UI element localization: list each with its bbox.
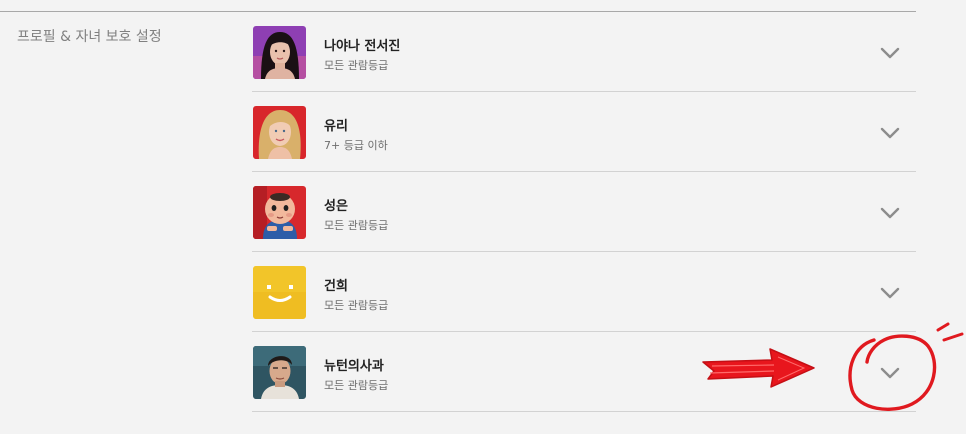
cartoon-baby-icon [253,186,306,239]
circle-mark-icon [848,322,964,411]
expand-profile-button[interactable] [877,282,903,304]
woman-portrait-icon [253,106,306,159]
profile-avatar[interactable] [253,346,306,399]
arrow-right-icon [702,348,815,388]
profile-name: 뉴턴의사과 [324,359,384,374]
profile-name: 성은 [324,199,348,214]
expand-profile-button[interactable] [877,42,903,64]
profile-maturity-rating: 모든 관람등급 [324,299,389,312]
profile-maturity-rating: 7+ 등급 이하 [324,139,388,152]
profile-avatar[interactable] [253,186,306,239]
red-arrow-annotation [700,346,818,394]
section-title: 프로필 & 자녀 보호 설정 [17,29,162,45]
man-portrait-icon [253,346,306,399]
profile-maturity-rating: 모든 관람등급 [324,59,389,72]
profile-name: 나야나 전서진 [324,39,401,54]
profile-avatar[interactable] [253,106,306,159]
profile-avatar[interactable] [253,26,306,79]
chevron-down-icon [880,47,900,59]
chevron-down-icon [880,127,900,139]
profile-row[interactable]: 성은 모든 관람등급 [252,172,916,252]
profile-name: 유리 [324,119,348,134]
smiley-face-icon [253,266,306,319]
profile-row[interactable]: 건희 모든 관람등급 [252,252,916,332]
profile-maturity-rating: 모든 관람등급 [324,219,389,232]
profile-name: 건희 [324,279,348,294]
profile-row[interactable]: 나야나 전서진 모든 관람등급 [252,12,916,92]
expand-profile-button[interactable] [877,202,903,224]
chevron-down-icon [880,287,900,299]
woman-portrait-icon [253,26,306,79]
expand-profile-button[interactable] [877,122,903,144]
red-circle-annotation [840,318,966,420]
profile-maturity-rating: 모든 관람등급 [324,379,389,392]
profile-row[interactable]: 유리 7+ 등급 이하 [252,92,916,172]
chevron-down-icon [880,207,900,219]
profile-avatar[interactable] [253,266,306,319]
